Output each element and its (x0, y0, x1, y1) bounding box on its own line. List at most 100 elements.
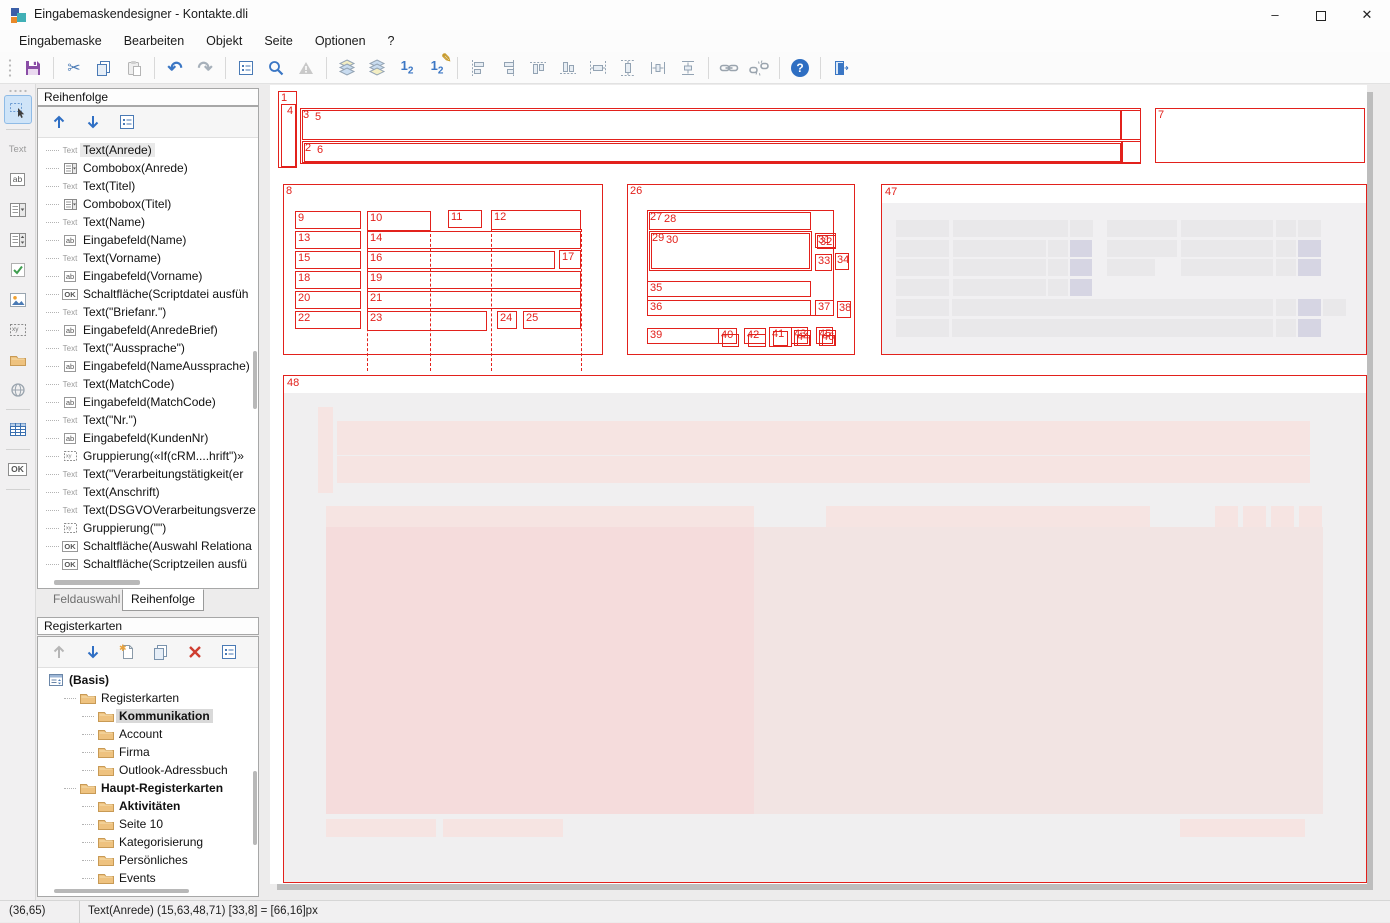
canvas-box[interactable]: 22 (295, 311, 361, 329)
same-width-button[interactable] (583, 55, 613, 81)
tool-listbox[interactable] (4, 225, 32, 254)
tree-item[interactable]: (Basis) (38, 671, 252, 689)
tool-globe[interactable] (4, 375, 32, 404)
tab-reihenfolge[interactable]: Reihenfolge (122, 589, 204, 611)
unlink-button[interactable] (744, 55, 774, 81)
canvas-box[interactable]: 28 (649, 212, 811, 230)
canvas-box[interactable] (822, 335, 835, 346)
canvas-box[interactable]: 9 (295, 211, 361, 229)
menu-objekt[interactable]: Objekt (195, 32, 253, 50)
tree-item[interactable]: Outlook-Adressbuch (38, 761, 252, 779)
list-item[interactable]: xyGruppierung(«If(cRM....hrift")» (38, 447, 258, 465)
tree-item[interactable]: Firma (38, 743, 252, 761)
align-bottom-button[interactable] (553, 55, 583, 81)
canvas-box[interactable]: 11 (448, 210, 482, 228)
canvas-box[interactable] (1121, 141, 1141, 163)
canvas-box[interactable]: 32 (817, 235, 836, 249)
canvas-box[interactable]: 35 (647, 281, 811, 297)
zoom-button[interactable] (261, 55, 291, 81)
tool-folder[interactable] (4, 345, 32, 374)
list-item[interactable]: TextText("Verarbeitungstätigkeit(er (38, 465, 258, 483)
registerkarten-properties-button[interactable] (216, 640, 242, 664)
reihenfolge-properties-button[interactable] (114, 110, 140, 134)
registerkarten-hscroll-thumb[interactable] (54, 889, 189, 893)
warning-button[interactable] (291, 55, 321, 81)
reihenfolge-hscroll-thumb[interactable] (54, 580, 140, 585)
exit-button[interactable] (826, 55, 856, 81)
canvas-box[interactable]: 12 (491, 210, 581, 230)
same-height-button[interactable] (613, 55, 643, 81)
list-item[interactable]: abEingabefeld(AnredeBrief) (38, 321, 258, 339)
reihenfolge-move-down-button[interactable] (80, 110, 106, 134)
registerkarten-move-down-button[interactable] (80, 640, 106, 664)
list-item[interactable]: TextText("Briefanr.") (38, 303, 258, 321)
menu-optionen[interactable]: Optionen (304, 32, 377, 50)
canvas-box[interactable]: 17 (559, 250, 581, 269)
canvas-box[interactable]: 5 (302, 110, 1121, 140)
layers-back-button[interactable] (332, 55, 362, 81)
list-item[interactable]: TextText("Nr.") (38, 411, 258, 429)
list-item[interactable]: TextText(Vorname) (38, 249, 258, 267)
list-item[interactable]: xyGruppierung("") (38, 519, 258, 537)
renumber-button[interactable]: 12✎ (422, 55, 452, 81)
cut-button[interactable]: ✂ (59, 55, 89, 81)
maximize-button[interactable] (1298, 0, 1344, 30)
align-left-button[interactable] (463, 55, 493, 81)
list-item[interactable]: OKSchaltfläche(Scriptzeilen ausfü (38, 555, 258, 573)
canvas-box[interactable] (797, 335, 810, 346)
menu-bearbeiten[interactable]: Bearbeiten (113, 32, 195, 50)
tool-table[interactable] (4, 415, 32, 444)
toolbar-grip[interactable] (8, 58, 12, 78)
tool-text[interactable]: Text (4, 135, 32, 164)
canvas-box[interactable]: 20 (295, 291, 361, 309)
tab-feldauswahl[interactable]: Feldauswahl (45, 590, 128, 612)
tool-image[interactable] (4, 285, 32, 314)
list-item[interactable]: TextText(MatchCode) (38, 375, 258, 393)
canvas-box[interactable]: 25 (523, 311, 581, 329)
tree-item[interactable]: Aktivitäten (38, 797, 252, 815)
tree-item[interactable]: Persönliches (38, 851, 252, 869)
registerkarten-vscroll-thumb[interactable] (253, 771, 257, 845)
list-item[interactable]: abEingabefeld(Name) (38, 231, 258, 249)
list-item[interactable]: TextText(Anschrift) (38, 483, 258, 501)
tree-item[interactable]: Kommunikation (38, 707, 252, 725)
list-item[interactable]: Combobox(Anrede) (38, 159, 258, 177)
canvas-box[interactable]: 14 (367, 231, 581, 249)
canvas-box[interactable]: 39 (647, 328, 719, 344)
canvas-box[interactable]: 13 (295, 231, 361, 249)
canvas-box[interactable]: 4 (281, 104, 296, 167)
minimize-button[interactable]: – (1252, 0, 1298, 30)
canvas-box[interactable] (748, 334, 766, 347)
list-item[interactable]: TextText(Anrede) (38, 141, 258, 159)
tree-item[interactable]: Events (38, 869, 252, 884)
menu-?[interactable]: ? (377, 32, 406, 50)
canvas-box[interactable]: 21 (367, 291, 581, 309)
registerkarten-copy-page-button[interactable] (148, 640, 174, 664)
registerkarten-move-up-disabled-button[interactable] (46, 640, 72, 664)
canvas-box[interactable]: 18 (295, 271, 361, 289)
reihenfolge-move-up-button[interactable] (46, 110, 72, 134)
redo-button[interactable]: ↷ (190, 55, 220, 81)
tool-input[interactable]: ab (4, 165, 32, 194)
canvas-box[interactable]: 37 (815, 300, 834, 316)
copy-button[interactable] (89, 55, 119, 81)
tree-item[interactable]: Registerkarten (38, 689, 252, 707)
list-item[interactable]: TextText(DSGVOVerarbeitungsverze (38, 501, 258, 519)
distribute-vertical-button[interactable] (673, 55, 703, 81)
canvas-box[interactable]: 7 (1155, 108, 1365, 163)
properties-button[interactable] (231, 55, 261, 81)
paste-button[interactable] (119, 55, 149, 81)
list-item[interactable]: TextText("Aussprache") (38, 339, 258, 357)
tree-item[interactable]: Haupt-Registerkarten (38, 779, 252, 797)
link-button[interactable] (714, 55, 744, 81)
tool-ok-button[interactable]: OK (4, 455, 32, 484)
registerkarten-delete-page-button[interactable] (182, 640, 208, 664)
canvas-box[interactable]: 16 (367, 251, 555, 269)
list-item[interactable]: TextText(Titel) (38, 177, 258, 195)
list-item[interactable]: TextText(Name) (38, 213, 258, 231)
list-item[interactable]: abEingabefeld(MatchCode) (38, 393, 258, 411)
tree-item[interactable]: Kategorisierung (38, 833, 252, 851)
list-item[interactable]: OKSchaltfläche(Auswahl Relationa (38, 537, 258, 555)
canvas-box[interactable]: 6 (304, 143, 1121, 162)
save-button[interactable] (18, 55, 48, 81)
